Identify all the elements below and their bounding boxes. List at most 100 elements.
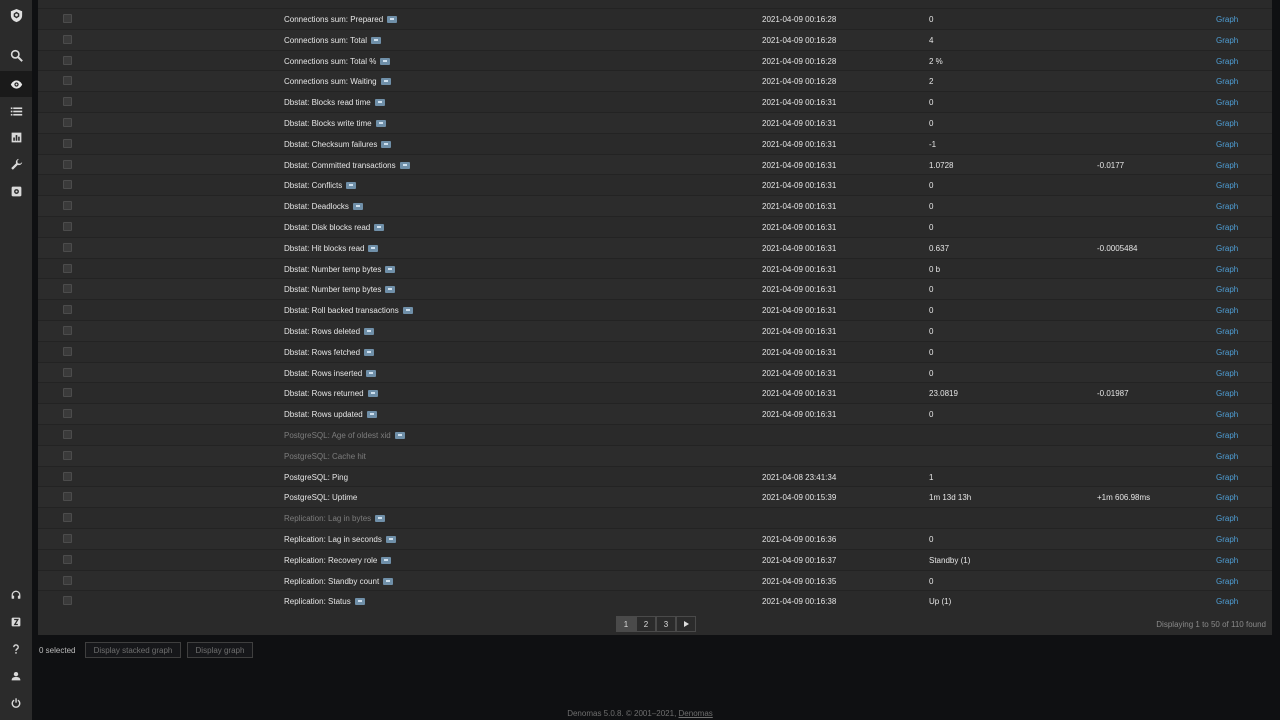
graph-link[interactable]: Graph xyxy=(1216,77,1238,86)
chart-icon[interactable] xyxy=(0,124,32,150)
graph-link[interactable]: Graph xyxy=(1216,348,1238,357)
search-icon[interactable] xyxy=(0,42,32,68)
row-checkbox[interactable] xyxy=(63,429,72,439)
row-checkbox[interactable] xyxy=(63,221,72,231)
row-checkbox[interactable] xyxy=(63,346,72,356)
row-checkbox[interactable] xyxy=(63,492,72,502)
row-checkbox[interactable] xyxy=(63,34,72,44)
graph-link[interactable]: Graph xyxy=(1216,556,1238,565)
footer-link[interactable]: Denomas xyxy=(679,709,713,718)
tag-icon[interactable] xyxy=(374,223,385,231)
row-checkbox[interactable] xyxy=(63,450,72,460)
graph-link[interactable]: Graph xyxy=(1216,327,1238,336)
display-graph-button[interactable]: Display graph xyxy=(187,642,253,658)
graph-link[interactable]: Graph xyxy=(1216,57,1238,66)
tag-icon[interactable] xyxy=(387,16,398,23)
graph-link[interactable]: Graph xyxy=(1216,119,1238,128)
tag-icon[interactable] xyxy=(375,119,386,127)
graph-link[interactable]: Graph xyxy=(1216,285,1238,294)
graph-link[interactable]: Graph xyxy=(1216,473,1238,482)
tag-icon[interactable] xyxy=(371,36,382,44)
tag-icon[interactable] xyxy=(352,203,363,211)
tag-icon[interactable] xyxy=(375,515,386,523)
tag-icon[interactable] xyxy=(354,598,365,606)
row-checkbox[interactable] xyxy=(63,180,72,190)
display-stacked-graph-button[interactable]: Display stacked graph xyxy=(85,642,181,658)
page-button-1[interactable]: 1 xyxy=(616,616,636,632)
eye-icon[interactable] xyxy=(0,71,32,97)
graph-link[interactable]: Graph xyxy=(1216,452,1238,461)
row-checkbox[interactable] xyxy=(63,263,72,273)
graph-link[interactable]: Graph xyxy=(1216,223,1238,232)
row-checkbox[interactable] xyxy=(63,242,72,252)
graph-link[interactable]: Graph xyxy=(1216,244,1238,253)
tag-icon[interactable] xyxy=(367,390,378,398)
tag-icon[interactable] xyxy=(380,78,391,86)
tag-icon[interactable] xyxy=(399,161,410,169)
tag-icon[interactable] xyxy=(366,411,377,419)
row-checkbox[interactable] xyxy=(63,388,72,398)
graph-link[interactable]: Graph xyxy=(1216,202,1238,211)
row-checkbox[interactable] xyxy=(63,97,72,107)
graph-link[interactable]: Graph xyxy=(1216,140,1238,149)
row-checkbox[interactable] xyxy=(63,76,72,86)
row-checkbox[interactable] xyxy=(63,471,72,481)
graph-link[interactable]: Graph xyxy=(1216,369,1238,378)
tag-icon[interactable] xyxy=(346,182,357,190)
tag-icon[interactable] xyxy=(385,265,396,273)
graph-link[interactable]: Graph xyxy=(1216,15,1238,24)
graph-link[interactable]: Graph xyxy=(1216,535,1238,544)
tag-icon[interactable] xyxy=(364,327,375,335)
wrench-icon[interactable] xyxy=(0,151,32,177)
row-checkbox[interactable] xyxy=(63,533,72,543)
row-checkbox[interactable] xyxy=(63,409,72,419)
tag-icon[interactable] xyxy=(383,577,394,585)
tag-icon[interactable] xyxy=(366,369,377,377)
cog-icon[interactable] xyxy=(0,178,32,204)
help-icon[interactable] xyxy=(0,636,32,662)
graph-link[interactable]: Graph xyxy=(1216,493,1238,502)
row-checkbox[interactable] xyxy=(63,201,72,211)
row-checkbox[interactable] xyxy=(63,325,72,335)
graph-link[interactable]: Graph xyxy=(1216,36,1238,45)
tag-icon[interactable] xyxy=(402,307,413,315)
tag-icon[interactable] xyxy=(394,431,405,439)
row-checkbox[interactable] xyxy=(63,14,72,23)
tag-icon[interactable] xyxy=(368,244,379,252)
row-checkbox[interactable] xyxy=(63,513,72,523)
tag-icon[interactable] xyxy=(381,556,392,564)
row-checkbox[interactable] xyxy=(63,117,72,127)
tag-icon[interactable] xyxy=(381,140,392,148)
row-checkbox[interactable] xyxy=(63,367,72,377)
graph-link[interactable]: Graph xyxy=(1216,514,1238,523)
page-button-2[interactable]: 2 xyxy=(636,616,656,632)
graph-link[interactable]: Graph xyxy=(1216,306,1238,315)
graph-link[interactable]: Graph xyxy=(1216,181,1238,190)
tag-icon[interactable] xyxy=(380,57,391,65)
tag-icon[interactable] xyxy=(385,286,396,294)
graph-link[interactable]: Graph xyxy=(1216,431,1238,440)
graph-link[interactable]: Graph xyxy=(1216,389,1238,398)
graph-link[interactable]: Graph xyxy=(1216,265,1238,274)
page-button-3[interactable]: 3 xyxy=(656,616,676,632)
user-icon[interactable] xyxy=(0,663,32,689)
graph-link[interactable]: Graph xyxy=(1216,597,1238,606)
z-icon[interactable] xyxy=(0,609,32,635)
row-checkbox[interactable] xyxy=(63,55,72,65)
row-checkbox[interactable] xyxy=(63,138,72,148)
row-checkbox[interactable] xyxy=(63,159,72,169)
row-checkbox[interactable] xyxy=(63,596,72,606)
headset-icon[interactable] xyxy=(0,582,32,608)
list-icon[interactable] xyxy=(0,98,32,124)
graph-link[interactable]: Graph xyxy=(1216,410,1238,419)
next-page-button[interactable] xyxy=(676,616,696,632)
graph-link[interactable]: Graph xyxy=(1216,98,1238,107)
graph-link[interactable]: Graph xyxy=(1216,577,1238,586)
row-checkbox[interactable] xyxy=(63,575,72,585)
row-checkbox[interactable] xyxy=(63,554,72,564)
row-checkbox[interactable] xyxy=(63,284,72,294)
graph-link[interactable]: Graph xyxy=(1216,161,1238,170)
tag-icon[interactable] xyxy=(374,99,385,107)
logo-icon[interactable] xyxy=(0,2,32,28)
tag-icon[interactable] xyxy=(385,535,396,543)
